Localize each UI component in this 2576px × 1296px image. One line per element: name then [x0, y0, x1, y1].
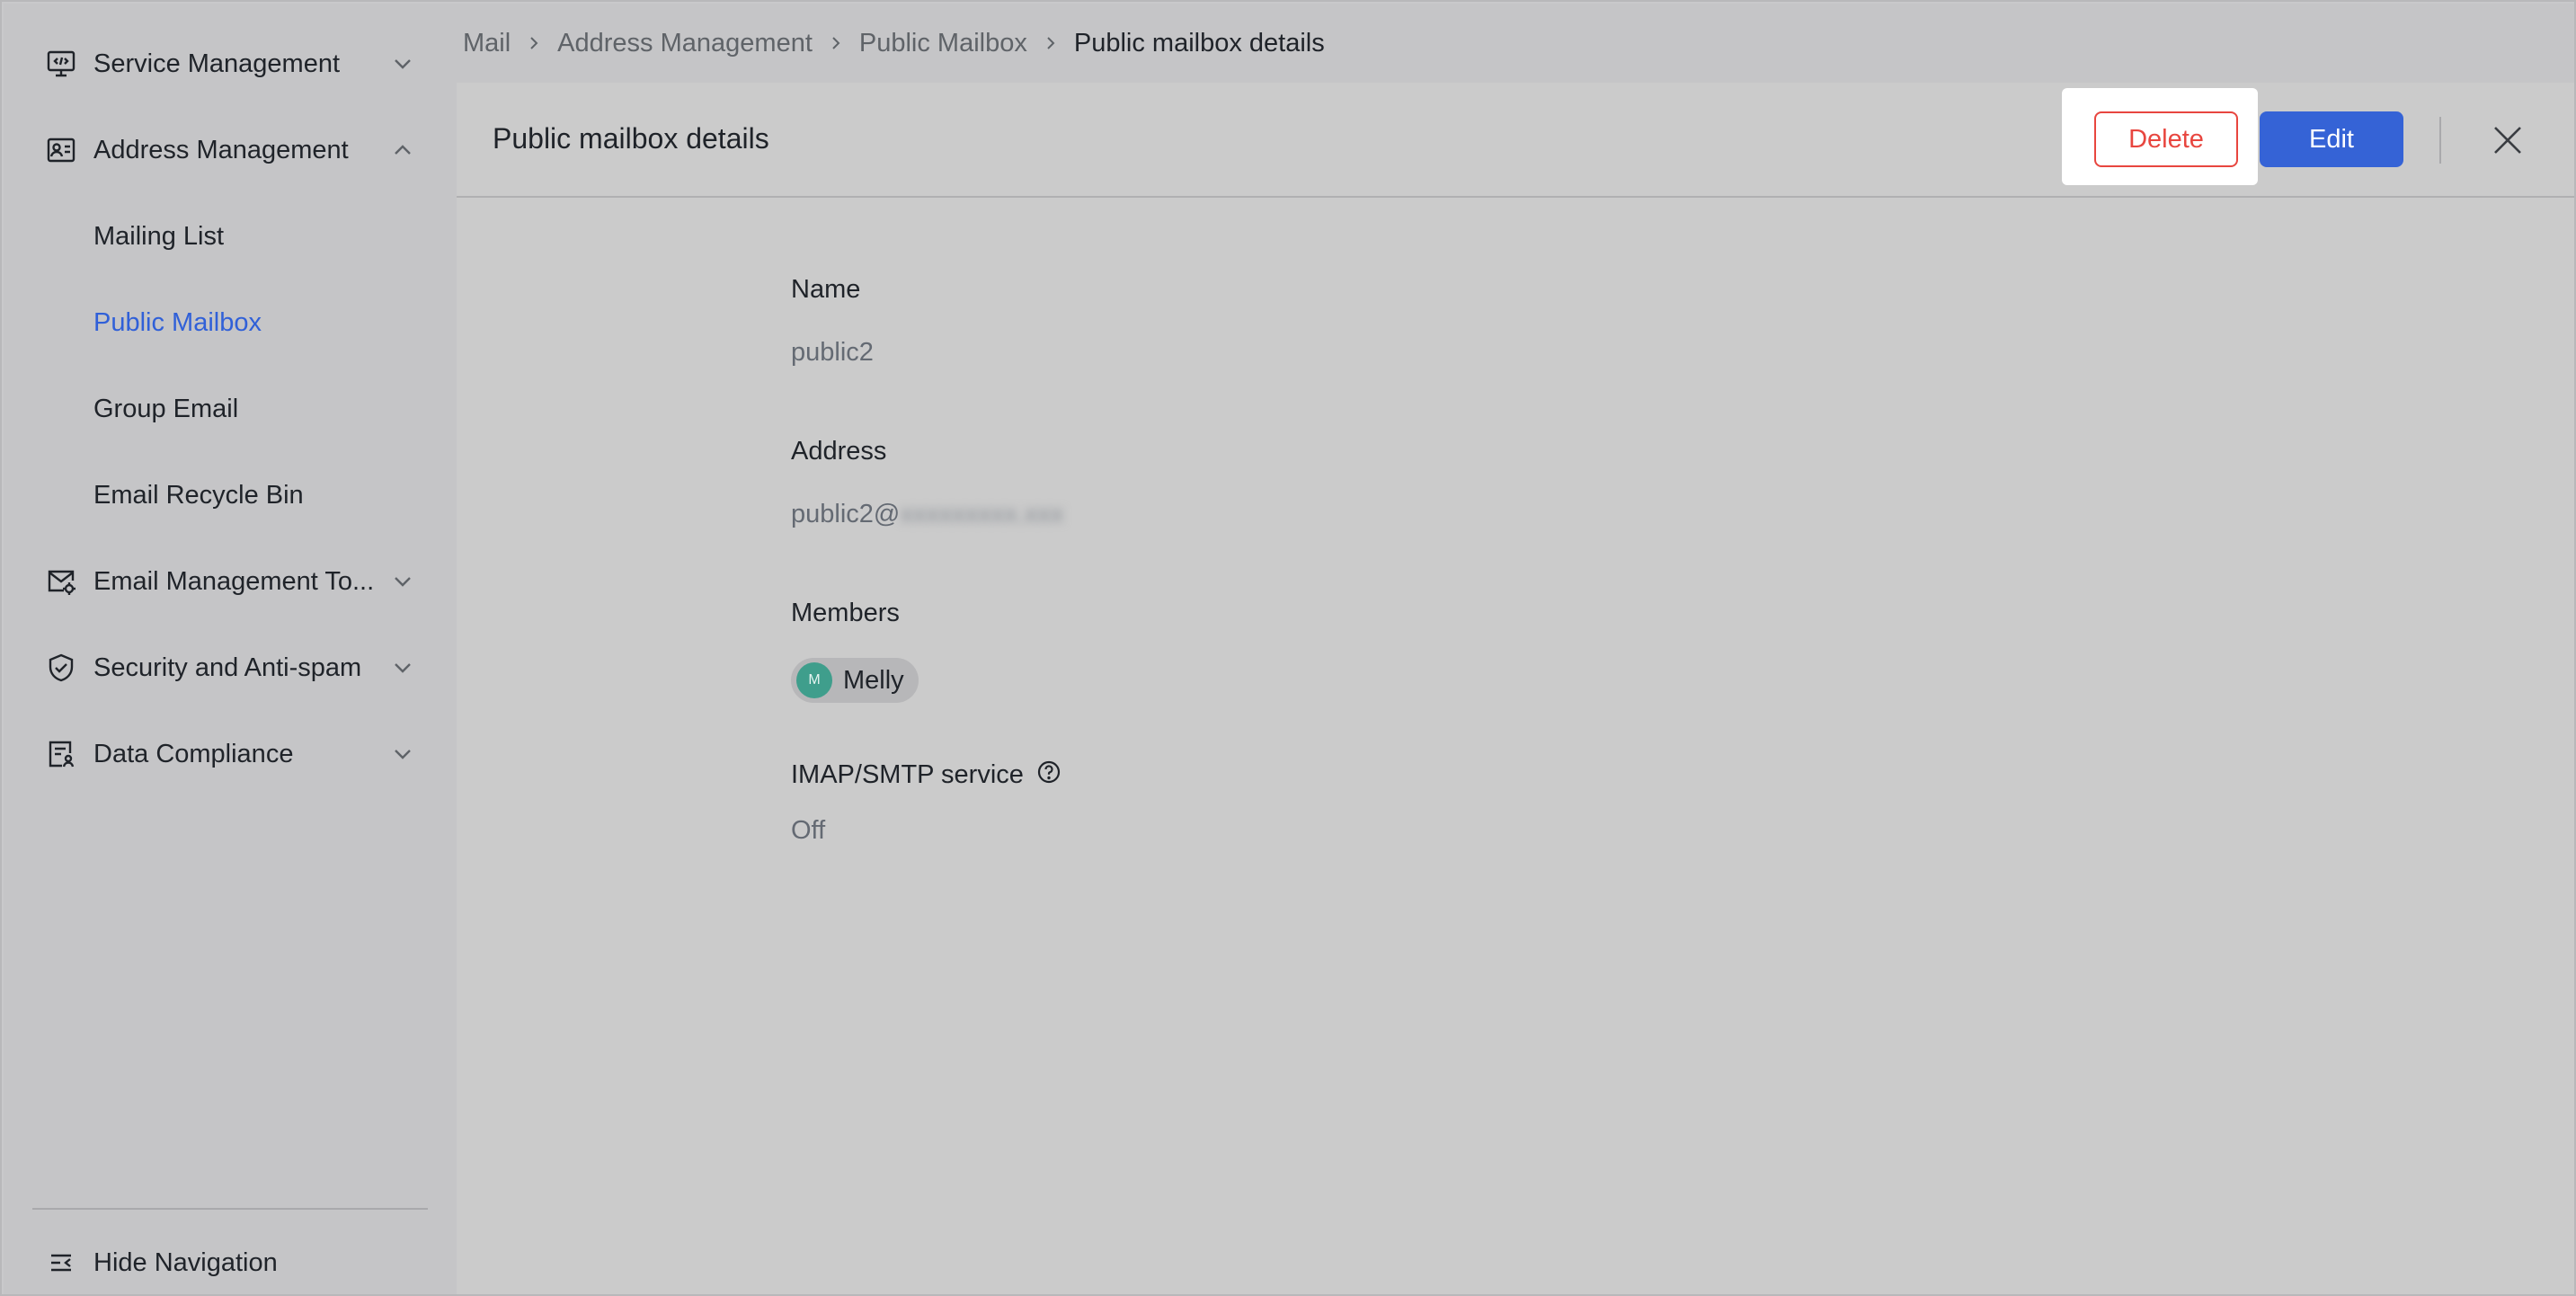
address-value: public2@xxxxxxxxx.xxx: [791, 500, 1063, 529]
mail-settings-icon: [43, 564, 79, 599]
edit-button[interactable]: Edit: [2260, 111, 2403, 167]
sidebar-item-address-management[interactable]: Address Management: [4, 111, 457, 189]
document-user-icon: [43, 736, 79, 772]
collapse-menu-icon: [43, 1245, 79, 1281]
monitor-code-icon: [43, 46, 79, 82]
address-label: Address: [791, 437, 887, 466]
hide-navigation-button[interactable]: Hide Navigation: [4, 1224, 457, 1294]
chevron-down-icon[interactable]: [386, 652, 419, 684]
delete-button[interactable]: Delete: [2094, 111, 2238, 167]
member-name: Melly: [843, 665, 904, 695]
address-local-part: public2@: [791, 500, 901, 528]
chevron-down-icon[interactable]: [386, 565, 419, 598]
sidebar-item-group-email[interactable]: Group Email: [4, 370, 457, 448]
members-label: Members: [791, 599, 900, 627]
sidebar-item-security-anti-spam[interactable]: Security and Anti-spam: [4, 629, 457, 706]
panel-header: Public mailbox details Delete Edit: [457, 83, 2574, 198]
breadcrumb: Mail Address Management Public Mailbox P…: [457, 4, 2574, 83]
sidebar-item-label: Service Management: [93, 49, 341, 78]
sidebar-item-public-mailbox[interactable]: Public Mailbox: [4, 284, 457, 361]
chevron-up-icon[interactable]: [386, 134, 419, 166]
sidebar-item-label: Security and Anti-spam: [93, 652, 362, 682]
hide-navigation-label: Hide Navigation: [93, 1247, 278, 1277]
breadcrumb-current: Public mailbox details: [1073, 28, 1325, 58]
chevron-right-icon: [1040, 32, 1061, 54]
sidebar-nav: Service Management Address Management Ma…: [4, 4, 457, 1294]
name-value: public2: [791, 338, 874, 367]
contact-card-icon: [43, 132, 79, 168]
sidebar-item-label: Mailing List: [93, 221, 225, 251]
sidebar-item-label: Email Management To...: [93, 566, 375, 596]
sidebar-item-label: Public Mailbox: [93, 307, 262, 337]
chevron-right-icon: [523, 32, 545, 54]
sidebar-divider: [32, 1208, 428, 1210]
app-window: Service Management Address Management Ma…: [0, 0, 2576, 1296]
sidebar-item-label: Group Email: [93, 394, 239, 423]
name-label: Name: [791, 275, 861, 304]
sidebar-item-mailing-list[interactable]: Mailing List: [4, 198, 457, 275]
shield-check-icon: [43, 650, 79, 686]
address-domain-redacted: xxxxxxxxx.xxx: [900, 500, 1064, 528]
breadcrumb-public-mailbox[interactable]: Public Mailbox: [859, 29, 1027, 58]
sidebar-item-label: Address Management: [93, 135, 349, 164]
sidebar-item-service-management[interactable]: Service Management: [4, 25, 457, 102]
sidebar-item-label: Data Compliance: [93, 739, 294, 768]
close-icon[interactable]: [2486, 119, 2529, 162]
sidebar-item-data-compliance[interactable]: Data Compliance: [4, 715, 457, 793]
breadcrumb-address-management[interactable]: Address Management: [557, 29, 813, 58]
sidebar-item-email-recycle-bin[interactable]: Email Recycle Bin: [4, 457, 457, 534]
chevron-right-icon: [825, 32, 847, 54]
header-divider: [2439, 117, 2441, 164]
avatar: M: [796, 662, 832, 698]
help-circle-icon[interactable]: [1035, 759, 1062, 786]
breadcrumb-mail[interactable]: Mail: [463, 29, 511, 58]
chevron-down-icon[interactable]: [386, 738, 419, 770]
sidebar-item-email-management-tools[interactable]: Email Management To...: [4, 543, 457, 620]
sidebar-item-label: Email Recycle Bin: [93, 480, 304, 510]
details-panel: Public mailbox details Delete Edit Name …: [457, 83, 2574, 1294]
chevron-down-icon[interactable]: [386, 48, 419, 80]
member-chip[interactable]: M Melly: [791, 658, 919, 703]
imap-smtp-label: IMAP/SMTP service: [791, 760, 1024, 789]
imap-smtp-value: Off: [791, 816, 826, 845]
page-title: Public mailbox details: [493, 122, 769, 155]
